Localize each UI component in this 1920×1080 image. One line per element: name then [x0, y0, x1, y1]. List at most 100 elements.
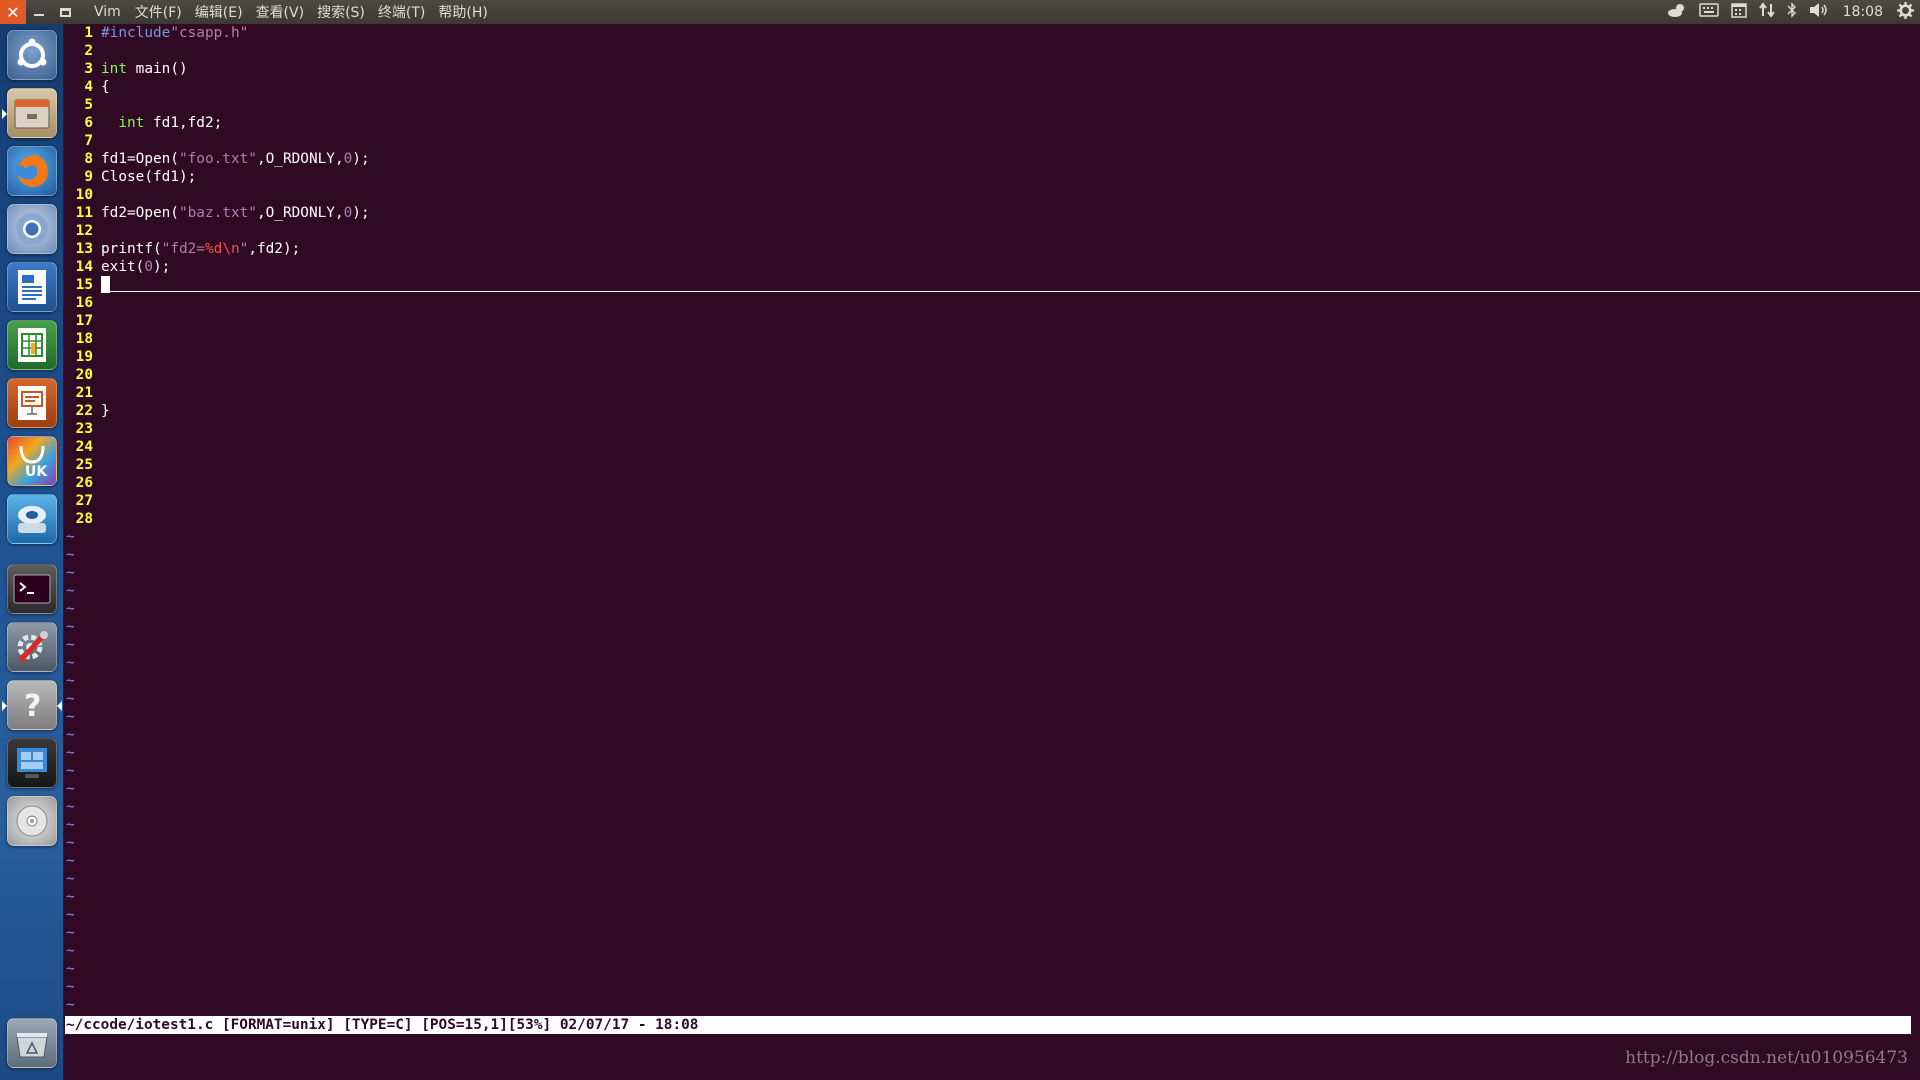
tilde-marker: ~: [66, 907, 75, 923]
dvd-disc-icon: [16, 805, 48, 837]
empty-line-marker: ~: [65, 852, 1920, 870]
focused-indicator: [57, 701, 62, 711]
tilde-marker: ~: [66, 547, 75, 563]
tilde-marker: ~: [66, 853, 75, 869]
line-number: 10: [75, 187, 93, 203]
minimize-window-button[interactable]: [26, 0, 52, 24]
line-number: 17: [75, 313, 93, 329]
launcher-system-settings[interactable]: [7, 622, 57, 672]
launcher-dvd-drive[interactable]: [7, 796, 57, 846]
tilde-marker: ~: [66, 781, 75, 797]
help-question-icon: ?: [24, 689, 41, 722]
code-line: 26: [65, 474, 1920, 492]
line-number: 15: [75, 277, 93, 293]
code-line: 5: [65, 96, 1920, 114]
code-line: 20: [65, 366, 1920, 384]
code-line: 1 #include"csapp.h": [65, 24, 1920, 42]
launcher-terminal[interactable]: [7, 564, 57, 614]
launcher-files[interactable]: [2, 88, 57, 138]
launcher-libreoffice-calc[interactable]: [7, 320, 57, 370]
code-line: 11 fd2=Open("baz.txt",O_RDONLY,0);: [65, 204, 1920, 222]
line-number: 26: [75, 475, 93, 491]
code-line: 9 Close(fd1);: [65, 168, 1920, 186]
impress-icon: [18, 386, 46, 420]
menu-search[interactable]: 搜索(S): [317, 2, 365, 22]
launcher-system-backup[interactable]: [7, 494, 57, 544]
code-text: int fd1,fd2;: [118, 115, 223, 131]
launcher-libreoffice-writer[interactable]: [7, 262, 57, 312]
empty-line-marker: ~: [65, 870, 1920, 888]
empty-line-marker: ~: [65, 906, 1920, 924]
code-line: 24: [65, 438, 1920, 456]
launcher-ubuntu-dash[interactable]: [7, 30, 57, 80]
vim-editor[interactable]: 1 #include"csapp.h" 2 3 int main() 4{ 5 6 …: [65, 24, 1920, 1056]
maximize-window-button[interactable]: [52, 0, 78, 24]
launcher-ubuntu-software-center[interactable]: UK: [7, 436, 57, 486]
close-window-button[interactable]: ✕: [0, 0, 26, 24]
code-line: 10: [65, 186, 1920, 204]
launcher-workspace-switcher[interactable]: [7, 738, 57, 788]
empty-line-marker: ~: [65, 780, 1920, 798]
line-number: 11: [75, 205, 93, 221]
empty-buffer-area: ~ ~ ~ ~ ~ ~ ~ ~ ~ ~ ~ ~ ~ ~ ~ ~ ~ ~ ~ ~ ~ ~ ~ ~ ~ ~ ~: [65, 528, 1920, 1014]
launcher-firefox[interactable]: [7, 146, 57, 196]
menu-view[interactable]: 查看(V): [256, 2, 305, 22]
calendar-icon[interactable]: [1730, 2, 1747, 22]
tilde-marker: ~: [66, 727, 75, 743]
menu-terminal[interactable]: 终端(T): [378, 2, 425, 22]
tilde-marker: ~: [66, 979, 75, 995]
empty-line-marker: ~: [65, 546, 1920, 564]
line-number: 18: [75, 331, 93, 347]
menu-edit[interactable]: 编辑(E): [195, 2, 243, 22]
code-line: 21: [65, 384, 1920, 402]
empty-line-marker: ~: [65, 798, 1920, 816]
launcher-libreoffice-impress[interactable]: [7, 378, 57, 428]
launcher-chromium[interactable]: [7, 204, 57, 254]
tilde-marker: ~: [66, 745, 75, 761]
terminal-icon: [13, 574, 51, 604]
line-number: 1: [84, 25, 93, 41]
network-icon[interactable]: [1758, 2, 1775, 22]
code-line: 28: [65, 510, 1920, 528]
empty-line-marker: ~: [65, 888, 1920, 906]
empty-line-marker: ~: [65, 618, 1920, 636]
code-text: #include"csapp.h": [101, 25, 249, 41]
empty-line-marker: ~: [65, 960, 1920, 978]
menu-file[interactable]: 文件(F): [135, 2, 182, 22]
top-panel: ✕ Vim 文件(F) 编辑(E) 查看(V) 搜索(S) 终端(T) 帮助(H…: [0, 0, 1920, 24]
code-line: 7: [65, 132, 1920, 150]
empty-line-marker: ~: [65, 726, 1920, 744]
keyboard-icon[interactable]: [1698, 3, 1719, 21]
weather-icon[interactable]: [1667, 2, 1687, 22]
code-text: int main(): [101, 61, 188, 77]
empty-line-marker: ~: [65, 672, 1920, 690]
volume-icon[interactable]: [1809, 2, 1829, 22]
code-line: 23: [65, 420, 1920, 438]
launcher-trash[interactable]: [7, 1018, 57, 1068]
empty-line-marker: ~: [65, 690, 1920, 708]
chromium-icon: [16, 213, 48, 245]
clock[interactable]: 18:08: [1843, 4, 1883, 20]
launcher-help[interactable]: ?: [2, 680, 62, 730]
code-line: 19: [65, 348, 1920, 366]
indicator-area: 18:08: [1655, 0, 1920, 24]
line-number: 3: [84, 61, 93, 77]
maximize-icon: [59, 7, 71, 17]
empty-line-marker: ~: [65, 978, 1920, 996]
tilde-marker: ~: [66, 583, 75, 599]
line-number: 7: [84, 133, 93, 149]
line-number: 27: [75, 493, 93, 509]
bluetooth-icon[interactable]: [1787, 2, 1797, 22]
line-number: 16: [75, 295, 93, 311]
software-center-icon: UK: [19, 445, 48, 480]
line-number: 24: [75, 439, 93, 455]
tilde-marker: ~: [66, 763, 75, 779]
line-number: 23: [75, 421, 93, 437]
line-number: 28: [75, 511, 93, 527]
line-number: 8: [84, 151, 93, 167]
menu-help[interactable]: 帮助(H): [438, 2, 487, 22]
tilde-marker: ~: [66, 997, 75, 1013]
empty-line-marker: ~: [65, 582, 1920, 600]
settings-gear-icon[interactable]: [1897, 1, 1914, 23]
tilde-marker: ~: [66, 871, 75, 887]
